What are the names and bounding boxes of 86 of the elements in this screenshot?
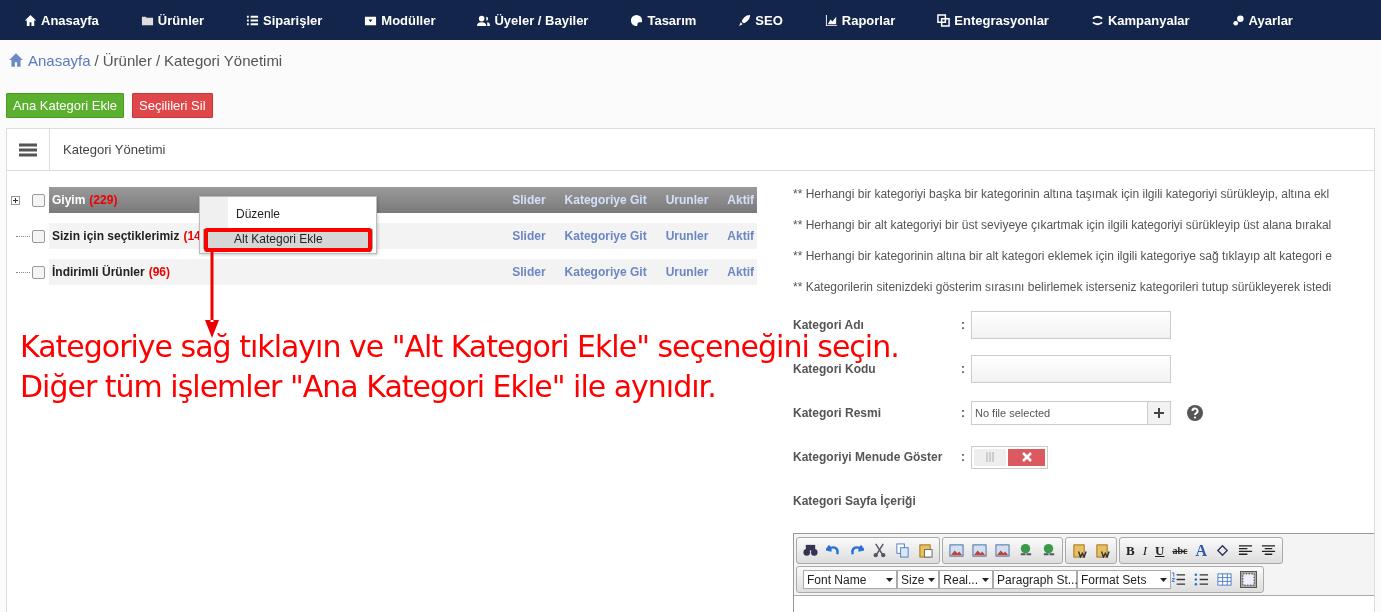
format-button[interactable]: abc <box>1172 545 1188 556</box>
text-input[interactable] <box>971 311 1171 339</box>
bullet-list-icon[interactable] <box>1194 572 1210 587</box>
colon: : <box>961 318 966 332</box>
delete-selected-button[interactable]: Seçilileri Sil <box>132 93 213 118</box>
nav-link[interactable]: Entegrasyonlar <box>937 12 1049 28</box>
align-left-icon[interactable] <box>1237 543 1253 558</box>
show-blocks-icon[interactable] <box>1240 571 1258 588</box>
palette-icon <box>630 13 644 27</box>
copy-icon[interactable] <box>895 543 910 558</box>
caret-icon <box>1160 577 1168 582</box>
layers-icon <box>937 13 951 27</box>
nav-link[interactable]: SEO <box>738 12 783 28</box>
format-dropdown[interactable]: Paragraph St... <box>993 570 1078 589</box>
help-note: ** Herhangi bir alt kategoriyi bir üst seviyeye çıkartmak için ilgili kategoriyi sürükleyip üst alana bırakal <box>793 218 1333 232</box>
settings-icon <box>1231 13 1245 27</box>
format-dropdown[interactable]: Format Sets <box>1077 570 1172 589</box>
help-note: ** Herhangi bir kategorinin altına bir alt kategori eklemek için ilgili kategoriye sağ tıklayıp alt kategori e <box>793 249 1333 263</box>
checkbox[interactable] <box>32 229 45 243</box>
field-label: Kategoriyi Menude Göster <box>793 450 944 464</box>
format-button[interactable]: U <box>1155 542 1165 559</box>
find-icon[interactable] <box>803 543 818 558</box>
category-name: Giyim <box>52 193 86 207</box>
nav-link[interactable]: Kampanyalar <box>1090 12 1190 28</box>
chart-icon <box>824 13 838 27</box>
breadcrumb-separator: / <box>94 51 99 69</box>
text-input[interactable] <box>971 355 1171 383</box>
help-icon[interactable] <box>1187 405 1203 421</box>
field-label: Kategori Kodu <box>793 362 876 376</box>
list-icon <box>246 13 260 27</box>
category-name: İndirimli Ürünler <box>52 265 145 279</box>
nav-link[interactable]: Ayarlar <box>1231 12 1293 28</box>
caret-icon <box>928 577 936 582</box>
home-icon <box>8 52 24 68</box>
nav-link[interactable]: Ürünler <box>140 12 205 28</box>
format-button[interactable]: B <box>1126 542 1135 559</box>
panel-title: Kategori Yönetimi <box>62 142 166 157</box>
format-button[interactable]: A <box>1195 541 1207 560</box>
nav-link[interactable]: Modüller <box>364 12 436 28</box>
colon: : <box>961 406 966 420</box>
annotation-text: Diğer tüm işlemler "Ana Kategori Ekle" ile aynıdır. <box>20 368 716 406</box>
toggle-switch[interactable] <box>971 445 1048 469</box>
nav-link[interactable]: Tasarım <box>630 12 697 28</box>
table-icon[interactable] <box>1217 572 1233 587</box>
breadcrumb-item: Ürünler <box>102 51 152 69</box>
cut-icon[interactable] <box>872 543 887 558</box>
file-input[interactable]: No file selected <box>971 401 1171 425</box>
close-icon <box>1021 452 1032 462</box>
expand-icon[interactable] <box>11 195 20 205</box>
home-icon <box>24 13 37 27</box>
format-dropdown[interactable]: Font Name <box>803 570 897 589</box>
format-button[interactable]: I <box>1142 542 1147 559</box>
users-icon <box>477 13 491 27</box>
help-note: ** Herhangi bir kategoriyi başka bir kategorinin altına taşımak için ilgili kategoriyi sürükleyip, altına ekl <box>793 187 1331 201</box>
product-count: (96) <box>148 265 171 279</box>
paste-text-icon[interactable] <box>1072 543 1087 558</box>
format-dropdown[interactable]: Real... <box>939 570 994 589</box>
format-dropdown[interactable]: Size <box>897 570 940 589</box>
grip-icon <box>986 452 994 462</box>
breadcrumb-separator: / <box>155 51 161 69</box>
plus-icon <box>1154 408 1164 418</box>
browse-button[interactable] <box>1147 402 1170 424</box>
caret-icon <box>982 577 990 582</box>
caret-icon <box>886 577 893 582</box>
nav-link[interactable]: Raporlar <box>824 12 896 28</box>
breadcrumb-link[interactable]: Anasayfa <box>28 51 91 69</box>
image-icon[interactable] <box>949 543 964 558</box>
file-placeholder: No file selected <box>974 406 1052 421</box>
paste-word-icon[interactable] <box>1095 543 1110 558</box>
checkbox[interactable] <box>32 193 45 207</box>
help-note: ** Kategorilerin sitenizdeki gösterim sırasını belirlemek isterseniz kategorileri tutup sürükleyerek istedi <box>793 280 1333 294</box>
nav-link[interactable]: Siparişler <box>246 12 323 28</box>
field-label: Kategori Sayfa İçeriği <box>793 494 917 508</box>
breadcrumb-item: Kategori Yönetimi <box>164 51 283 69</box>
colon: : <box>961 362 966 376</box>
field-label: Kategori Resmi <box>793 406 883 420</box>
product-count: (229) <box>89 193 118 207</box>
nav-link[interactable]: Anasayfa <box>24 12 99 28</box>
paste-icon[interactable] <box>918 543 933 558</box>
checkbox[interactable] <box>32 265 45 279</box>
nav-link[interactable]: Üyeler / Bayiler <box>477 12 589 28</box>
align-center-icon[interactable] <box>1260 543 1276 558</box>
category-name: Sizin için seçtiklerimiz <box>52 229 180 243</box>
colon: : <box>961 450 966 464</box>
numbered-list-icon[interactable] <box>1171 572 1187 587</box>
field-label: Kategori Adı <box>793 318 865 332</box>
